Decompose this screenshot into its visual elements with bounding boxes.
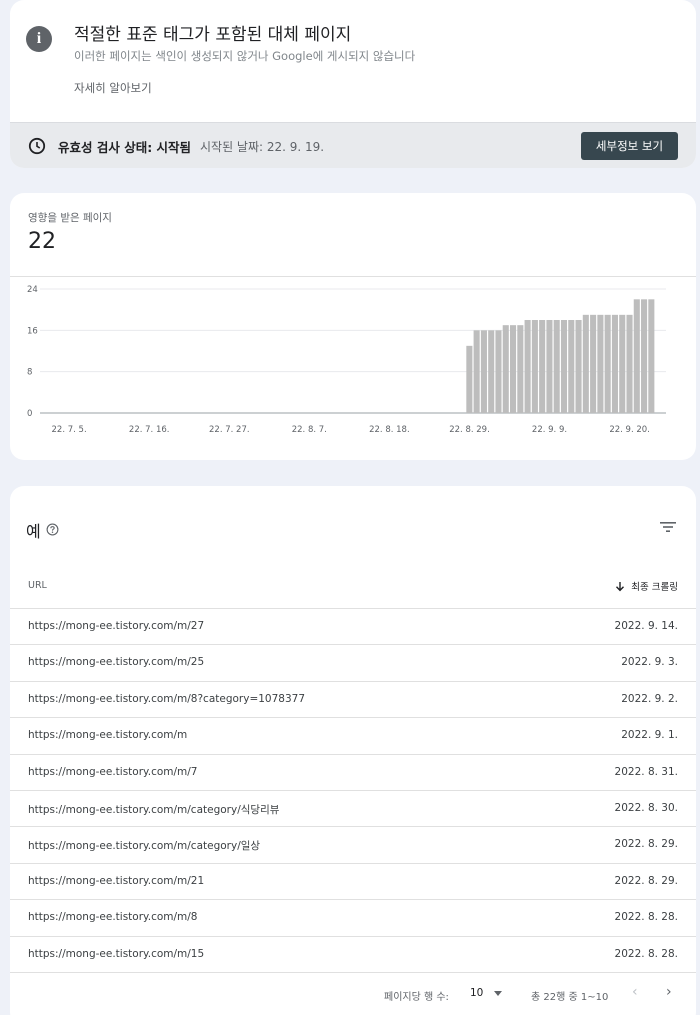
row-last-crawl-date: 2022. 9. 1. <box>621 729 678 742</box>
chart-bar[interactable] <box>480 330 487 413</box>
x-tick-label: 22. 7. 16. <box>129 425 170 435</box>
chart-bar[interactable] <box>582 314 589 413</box>
row-url: https://mong-ee.tistory.com/m/category/식… <box>28 803 280 816</box>
y-tick-label: 24 <box>27 285 38 295</box>
row-url: https://mong-ee.tistory.com/m/category/일… <box>28 840 261 853</box>
chart-bar[interactable] <box>488 330 495 413</box>
examples-table-body: https://mong-ee.tistory.com/m/27 2022. 9.… <box>10 608 696 972</box>
chart-bar[interactable] <box>510 325 517 413</box>
table-row[interactable]: https://mong-ee.tistory.com/m/27 2022. 9.… <box>10 608 696 644</box>
chart-bar[interactable] <box>539 320 546 413</box>
learn-more-link[interactable]: 자세히 알아보기 <box>74 80 152 96</box>
chart-bar[interactable] <box>619 314 626 413</box>
x-tick-label: 22. 7. 5. <box>52 425 87 435</box>
chevron-right-icon[interactable]: › <box>666 984 672 1000</box>
y-tick-label: 0 <box>27 409 32 419</box>
table-row[interactable]: https://mong-ee.tistory.com/m/8?category… <box>10 680 696 717</box>
row-url: https://mong-ee.tistory.com/m/25 <box>28 656 205 669</box>
pagination-range: 총 22행 중 1~10 <box>531 992 609 1003</box>
row-url: https://mong-ee.tistory.com/m/21 <box>28 874 205 887</box>
validation-start-date: 시작된 날짜: 22. 9. 19. <box>200 140 325 154</box>
affected-pages-card: 영향을 받은 페이지 22 0 8 16 24 22. 7. 5. 22. 7. 16. 2… <box>10 193 696 460</box>
rows-per-page-select[interactable]: 10 <box>470 987 483 999</box>
validation-status-label: 유효성 검사 상태: 시작됨 <box>58 140 192 155</box>
chart-bar[interactable] <box>531 320 538 413</box>
column-header-last-crawl[interactable]: 최종 크롤링 <box>615 579 678 593</box>
row-url: https://mong-ee.tistory.com/m/27 <box>28 620 205 632</box>
row-last-crawl-date: 2022. 9. 3. <box>621 656 678 669</box>
chart-bar[interactable] <box>524 320 531 413</box>
dropdown-caret-icon[interactable] <box>494 991 502 996</box>
chart-bar[interactable] <box>626 314 633 413</box>
y-tick-label: 8 <box>27 368 32 378</box>
row-url: https://mong-ee.tistory.com/m/7 <box>28 765 198 778</box>
row-last-crawl-date: 2022. 8. 29. <box>614 874 678 887</box>
view-details-button[interactable]: 세부정보 보기 <box>581 132 678 160</box>
table-row[interactable]: https://mong-ee.tistory.com/m/category/일… <box>10 826 696 862</box>
row-url: https://mong-ee.tistory.com/m/8 <box>28 911 198 924</box>
table-row[interactable]: https://mong-ee.tistory.com/m/category/식… <box>10 789 696 826</box>
chart-bar[interactable] <box>590 314 597 413</box>
affected-pages-label: 영향을 받은 페이지 <box>28 212 112 224</box>
chart-bar[interactable] <box>575 320 582 413</box>
chart-bar[interactable] <box>648 299 655 413</box>
affected-pages-count: 22 <box>28 229 56 254</box>
row-last-crawl-date: 2022. 8. 31. <box>614 765 678 778</box>
validation-status-bar: 유효성 검사 상태: 시작됨 시작된 날짜: 22. 9. 19. 세부정보 보… <box>10 122 696 168</box>
chart-bar[interactable] <box>466 345 473 413</box>
table-row[interactable]: https://mong-ee.tistory.com/m/25 2022. 9.… <box>10 644 696 680</box>
chart-bar[interactable] <box>553 320 560 413</box>
chart-bar[interactable] <box>560 320 568 413</box>
row-url: https://mong-ee.tistory.com/m/15 <box>28 947 205 960</box>
column-header-last-crawl-label: 최종 크롤링 <box>631 582 678 593</box>
row-last-crawl-date: 2022. 9. 14. <box>614 620 678 632</box>
chevron-left-icon[interactable]: ‹ <box>632 984 638 1000</box>
help-icon[interactable] <box>46 523 59 536</box>
chart-bar[interactable] <box>568 320 575 413</box>
pagination-bar: 페이지당 행 수: 10 총 22행 중 1~10 ‹ › <box>10 972 696 1012</box>
row-last-crawl-date: 2022. 8. 28. <box>614 911 678 924</box>
chart-bar[interactable] <box>611 314 618 413</box>
clock-icon <box>28 137 46 155</box>
x-tick-label: 22. 8. 18. <box>369 425 410 435</box>
examples-card: 예 URL 최종 크롤링 https://mong-ee.tistory.com… <box>10 486 696 1015</box>
table-row[interactable]: https://mong-ee.tistory.com/m/8 2022. 8. … <box>10 899 696 935</box>
row-last-crawl-date: 2022. 8. 28. <box>614 947 678 960</box>
y-tick-label: 16 <box>27 326 38 336</box>
examples-title: 예 <box>26 522 41 541</box>
issue-title: 적절한 표준 태그가 포함된 대체 페이지 <box>74 25 352 45</box>
table-row[interactable]: https://mong-ee.tistory.com/m/21 2022. 8.… <box>10 862 696 899</box>
chart-bar[interactable] <box>597 314 604 413</box>
affected-pages-chart: 0 8 16 24 22. 7. 5. 22. 7. 16. 22. 7. 27. 22. 8… <box>27 285 666 435</box>
x-tick-label: 22. 9. 20. <box>609 425 650 435</box>
rows-per-page-label: 페이지당 행 수: <box>384 992 449 1003</box>
chart-bar[interactable] <box>641 299 648 413</box>
row-last-crawl-date: 2022. 8. 29. <box>614 838 678 851</box>
chart-bar[interactable] <box>495 330 502 413</box>
arrow-down-icon <box>616 581 625 591</box>
info-icon: i <box>26 26 52 52</box>
chart-bar[interactable] <box>517 325 524 413</box>
table-row[interactable]: https://mong-ee.tistory.com/m 2022. 9. 1. <box>10 717 696 753</box>
issue-header-card: i 적절한 표준 태그가 포함된 대체 페이지 이러한 페이지는 색인이 생성되… <box>10 0 696 168</box>
table-row[interactable]: https://mong-ee.tistory.com/m/15 2022. 8.… <box>10 935 696 972</box>
chart-bar[interactable] <box>546 320 553 413</box>
chart-bar[interactable] <box>473 330 480 413</box>
column-header-url: URL <box>28 580 47 591</box>
row-last-crawl-date: 2022. 9. 2. <box>621 692 678 705</box>
x-tick-label: 22. 9. 9. <box>532 425 567 435</box>
row-url: https://mong-ee.tistory.com/m/8?category… <box>28 692 306 705</box>
filter-icon[interactable] <box>659 520 677 534</box>
issue-subtitle: 이러한 페이지는 색인이 생성되지 않거나 Google에 게시되지 않습니다 <box>74 49 416 63</box>
x-tick-label: 22. 8. 29. <box>449 425 490 435</box>
chart-bar[interactable] <box>604 314 611 413</box>
x-tick-label: 22. 8. 7. <box>292 425 327 435</box>
chart-bar[interactable] <box>502 325 509 413</box>
row-last-crawl-date: 2022. 8. 30. <box>614 801 678 814</box>
x-tick-label: 22. 7. 27. <box>209 425 250 435</box>
chart-bar[interactable] <box>633 299 640 413</box>
table-row[interactable]: https://mong-ee.tistory.com/m/7 2022. 8. … <box>10 753 696 790</box>
row-url: https://mong-ee.tistory.com/m <box>28 729 188 742</box>
